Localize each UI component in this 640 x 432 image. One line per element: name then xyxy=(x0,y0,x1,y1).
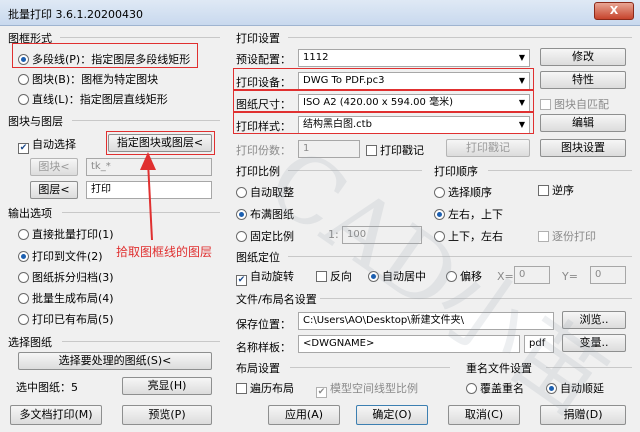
annotation-arrow xyxy=(140,152,156,241)
annotation-text: 拾取图框线的图层 xyxy=(116,245,213,259)
